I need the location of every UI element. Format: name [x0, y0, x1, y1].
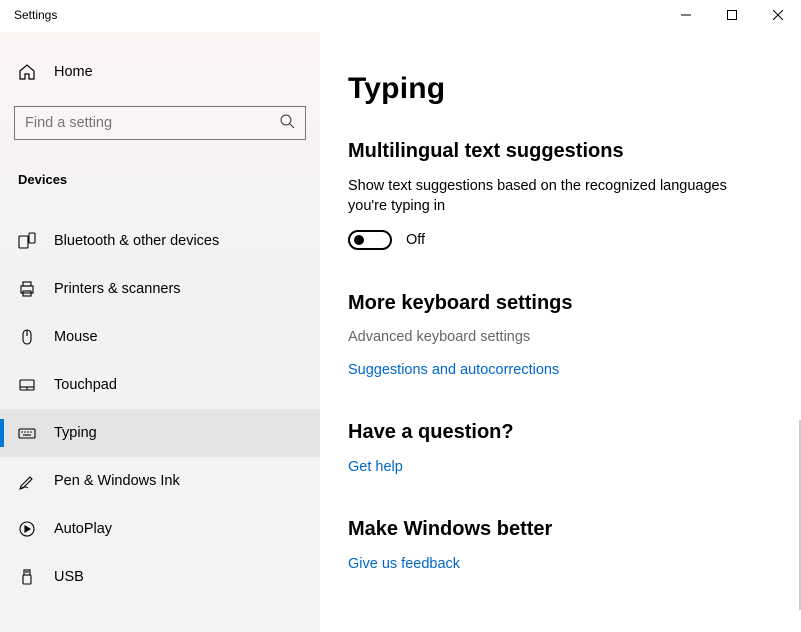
section-multilingual: Multilingual text suggestions Show text …: [348, 140, 773, 250]
usb-icon: [18, 568, 36, 586]
sidebar-item-mouse[interactable]: Mouse: [0, 313, 320, 361]
section-heading: More keyboard settings: [348, 292, 773, 315]
sidebar-item-printers[interactable]: Printers & scanners: [0, 265, 320, 313]
content-pane: Typing Multilingual text suggestions Sho…: [320, 32, 801, 632]
touchpad-icon: [18, 376, 36, 394]
multilingual-toggle[interactable]: [348, 230, 392, 250]
toggle-state-label: Off: [406, 232, 425, 248]
advanced-keyboard-link[interactable]: Advanced keyboard settings: [348, 329, 773, 345]
sidebar: Home Devices Bluetooth & other devices: [0, 32, 320, 632]
sidebar-item-autoplay[interactable]: AutoPlay: [0, 505, 320, 553]
sidebar-item-label: USB: [54, 569, 84, 585]
sidebar-nav-list: Bluetooth & other devices Printers & sca…: [0, 217, 320, 601]
sidebar-item-label: Touchpad: [54, 377, 117, 393]
sidebar-item-label: Printers & scanners: [54, 281, 181, 297]
page-title: Typing: [348, 72, 773, 106]
sidebar-item-label: Bluetooth & other devices: [54, 233, 219, 249]
mouse-icon: [18, 328, 36, 346]
sidebar-item-touchpad[interactable]: Touchpad: [0, 361, 320, 409]
section-feedback: Make Windows better Give us feedback: [348, 518, 773, 573]
sidebar-item-typing[interactable]: Typing: [0, 409, 320, 457]
home-nav[interactable]: Home: [0, 52, 320, 92]
window-title: Settings: [0, 0, 57, 22]
search-input[interactable]: [25, 115, 279, 131]
section-question: Have a question? Get help: [348, 421, 773, 476]
home-label: Home: [54, 64, 93, 80]
sidebar-item-bluetooth[interactable]: Bluetooth & other devices: [0, 217, 320, 265]
maximize-button[interactable]: [709, 0, 755, 30]
sidebar-group-header: Devices: [0, 154, 320, 197]
bluetooth-devices-icon: [18, 232, 36, 250]
section-more-keyboard: More keyboard settings Advanced keyboard…: [348, 292, 773, 379]
give-feedback-link[interactable]: Give us feedback: [348, 556, 460, 572]
home-icon: [18, 63, 36, 81]
suggestions-link[interactable]: Suggestions and autocorrections: [348, 362, 559, 378]
sidebar-item-label: Typing: [54, 425, 97, 441]
section-heading: Make Windows better: [348, 518, 773, 541]
section-heading: Have a question?: [348, 421, 773, 444]
search-icon: [279, 113, 295, 134]
sidebar-item-label: Pen & Windows Ink: [54, 473, 180, 489]
printer-icon: [18, 280, 36, 298]
minimize-button[interactable]: [663, 0, 709, 30]
titlebar: Settings: [0, 0, 801, 32]
close-button[interactable]: [755, 0, 801, 30]
sidebar-item-label: AutoPlay: [54, 521, 112, 537]
sidebar-item-label: Mouse: [54, 329, 98, 345]
keyboard-icon: [18, 424, 36, 442]
sidebar-item-pen[interactable]: Pen & Windows Ink: [0, 457, 320, 505]
section-heading: Multilingual text suggestions: [348, 140, 773, 163]
sidebar-item-usb[interactable]: USB: [0, 553, 320, 601]
pen-icon: [18, 472, 36, 490]
search-box[interactable]: [14, 106, 306, 140]
autoplay-icon: [18, 520, 36, 538]
section-description: Show text suggestions based on the recog…: [348, 177, 758, 216]
get-help-link[interactable]: Get help: [348, 459, 403, 475]
